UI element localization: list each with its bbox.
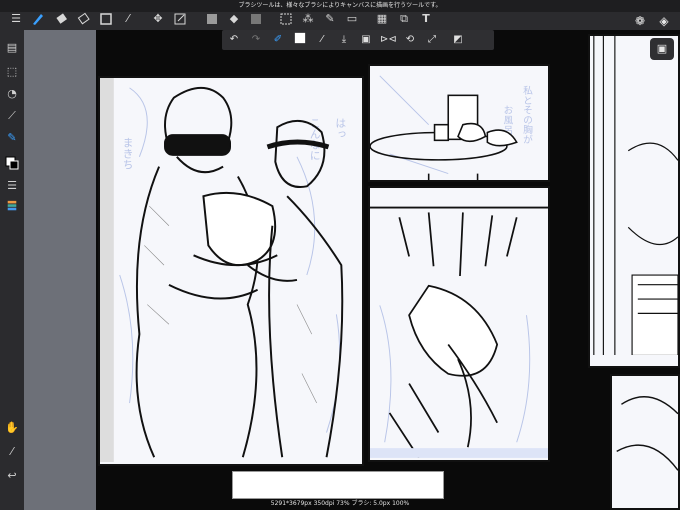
layers-icon[interactable]: ◈ (656, 13, 672, 29)
panel-1-artwork: まきち こんなに はっ (100, 78, 347, 463)
flip-icon[interactable]: ⊳⊲ (380, 32, 397, 48)
brush-icon[interactable] (30, 11, 46, 27)
rectangle-icon[interactable] (98, 11, 114, 27)
select-icon[interactable] (278, 11, 294, 27)
timer-icon[interactable]: ◔ (4, 86, 20, 102)
smudge-icon[interactable]: ⁄ (120, 11, 136, 27)
redo-icon[interactable]: ↷ (248, 32, 264, 48)
panel-select-icon[interactable]: ▦ (374, 11, 390, 27)
comic-panel-4 (588, 34, 680, 368)
comic-panel-2: 私とその胸が お風呂 (368, 64, 550, 182)
eraser-icon[interactable] (54, 11, 70, 27)
fill-color-icon[interactable] (204, 11, 220, 27)
selection-icon[interactable]: ⬚ (4, 64, 20, 80)
sketch-text-4: 私とその胸が (521, 85, 533, 144)
back-icon[interactable]: ↩ (4, 468, 20, 484)
blur-eraser-icon[interactable] (76, 11, 92, 27)
canvas-icon[interactable]: ▣ (358, 32, 374, 48)
float-button[interactable]: ▣ (650, 38, 674, 60)
comic-panel-5 (610, 374, 680, 510)
text-icon[interactable]: T (418, 11, 434, 27)
materials-icon[interactable]: ❁ (632, 13, 648, 29)
canvas-area[interactable]: まきち こんなに はっ 私とその胸が お風呂 (96, 30, 680, 510)
color-icon[interactable] (4, 156, 20, 172)
palette-icon[interactable] (4, 200, 20, 216)
menu-icon[interactable]: ☰ (8, 11, 24, 27)
select-pen-icon[interactable]: ✎ (322, 11, 338, 27)
sketch-text-3: はっ (334, 117, 347, 139)
panel-2-artwork: 私とその胸が お風呂 (370, 75, 533, 180)
color-swatch-icon[interactable] (292, 32, 308, 48)
page-margin (24, 30, 96, 510)
panel-select-icon-2[interactable]: ⧉ (396, 11, 412, 27)
panel-3-artwork (370, 206, 548, 458)
gradient-icon[interactable] (248, 11, 264, 27)
eyedropper-icon[interactable]: ⁄ (314, 32, 330, 48)
fit-icon[interactable]: ⤢ (424, 32, 440, 48)
pen-icon[interactable]: ✎ (4, 130, 20, 146)
bucket-icon[interactable]: ◆ (226, 11, 242, 27)
left-toolbar: ▤ ⬚ ◔ ⟋ ✎ ☰ ✋ ⁄ ↩ (0, 30, 24, 510)
move-icon[interactable]: ✥ (150, 11, 166, 27)
copy-icon[interactable]: ▤ (4, 40, 20, 56)
brush-size-icon[interactable]: ✐ (270, 32, 286, 48)
text-input-box[interactable] (232, 471, 444, 499)
hand-icon[interactable]: ✋ (4, 420, 20, 436)
panel-5-artwork (616, 396, 678, 471)
panel-4-artwork (593, 36, 678, 356)
sketch-text-1: まきち (121, 137, 134, 170)
sub-toolbar: ↶ ↷ ✐ ⁄ ⤓ ▣ ⊳⊲ ⟲ ⤢ ◩ (222, 30, 494, 50)
edit-icon[interactable]: ◩ (450, 32, 466, 48)
rotate-icon[interactable]: ⟲ (402, 32, 418, 48)
hint-bar: ブラシツールは、様々なブラシによりキャンバスに描画を行うツールです。 (0, 0, 680, 12)
transform-icon[interactable] (172, 11, 188, 27)
pipette-icon[interactable]: ⁄ (4, 444, 20, 460)
select-eraser-icon[interactable]: ▭ (344, 11, 360, 27)
comic-panel-3 (368, 186, 550, 462)
download-icon[interactable]: ⤓ (336, 32, 352, 48)
fullscreen-icon: ▣ (656, 42, 668, 55)
magic-wand-icon[interactable]: ⁂ (300, 11, 316, 27)
undo-icon[interactable]: ↶ (226, 32, 242, 48)
comic-panel-1: まきち こんなに はっ (98, 76, 364, 466)
ruler-icon[interactable]: ⟋ (4, 108, 20, 124)
layers-list-icon[interactable]: ☰ (4, 178, 20, 194)
status-bar: 5291*3679px 350dpi 73% ブラシ: 5.0px 100% (270, 500, 410, 507)
